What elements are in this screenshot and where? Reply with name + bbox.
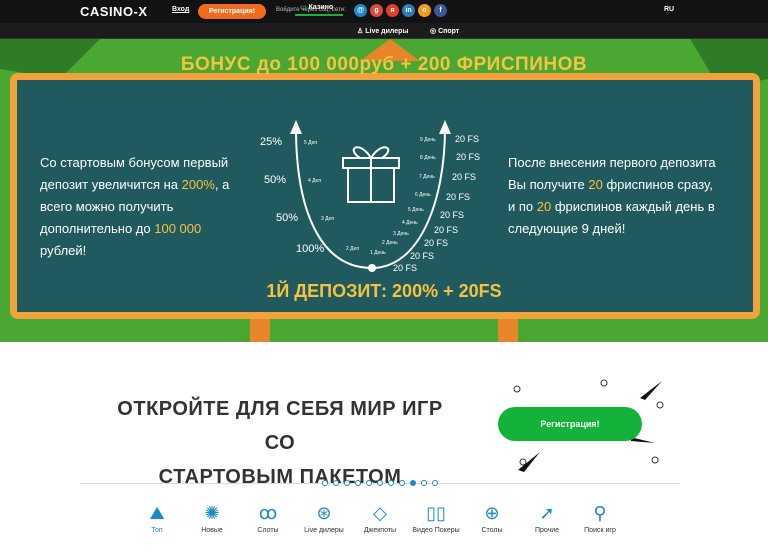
- category-other[interactable]: ➚ Прочие: [517, 499, 577, 534]
- category-new[interactable]: ✺ Новые: [182, 499, 242, 534]
- carousel-dot[interactable]: [355, 480, 361, 486]
- roulette-icon: ⊕: [484, 503, 500, 523]
- search-icon: ⚲: [593, 503, 607, 523]
- carousel-dot[interactable]: [377, 480, 383, 486]
- carousel-dot[interactable]: [322, 480, 328, 486]
- promo-register-button[interactable]: Регистрация!: [498, 407, 642, 441]
- arrow-icon: ➚: [539, 503, 555, 523]
- category-slots[interactable]: ꝏ Слоты: [238, 499, 298, 534]
- category-video-poker[interactable]: ▯▯ Видео Покеры: [406, 499, 466, 534]
- carousel-dot[interactable]: [333, 480, 339, 486]
- category-search[interactable]: ⚲ Поиск игр: [570, 499, 630, 534]
- category-tables[interactable]: ⊕ Столы: [462, 499, 522, 534]
- sun-icon: ✺: [204, 503, 220, 523]
- carousel-dot[interactable]: [344, 480, 350, 486]
- chips-icon: ⊛: [316, 503, 332, 523]
- category-jackpots[interactable]: ◇ Джекпоты: [350, 499, 410, 534]
- category-top[interactable]: ⛰ Топ: [127, 499, 187, 534]
- carousel-dot[interactable]: [432, 480, 438, 486]
- cherries-icon: ꝏ: [258, 503, 278, 523]
- cards-icon: ▯▯: [426, 503, 446, 523]
- diamond-icon: ◇: [373, 503, 387, 523]
- promo-line-1: ОТКРОЙТЕ ДЛЯ СЕБЯ МИР ИГР СО: [117, 398, 443, 454]
- mountain-icon: ⛰: [149, 503, 165, 523]
- carousel-dot[interactable]: [388, 480, 394, 486]
- carousel-dot[interactable]: [410, 480, 416, 486]
- carousel-dot[interactable]: [421, 480, 427, 486]
- category-live[interactable]: ⊛ Live дилеры: [294, 499, 354, 534]
- carousel-dot[interactable]: [399, 480, 405, 486]
- carousel-dot[interactable]: [366, 480, 372, 486]
